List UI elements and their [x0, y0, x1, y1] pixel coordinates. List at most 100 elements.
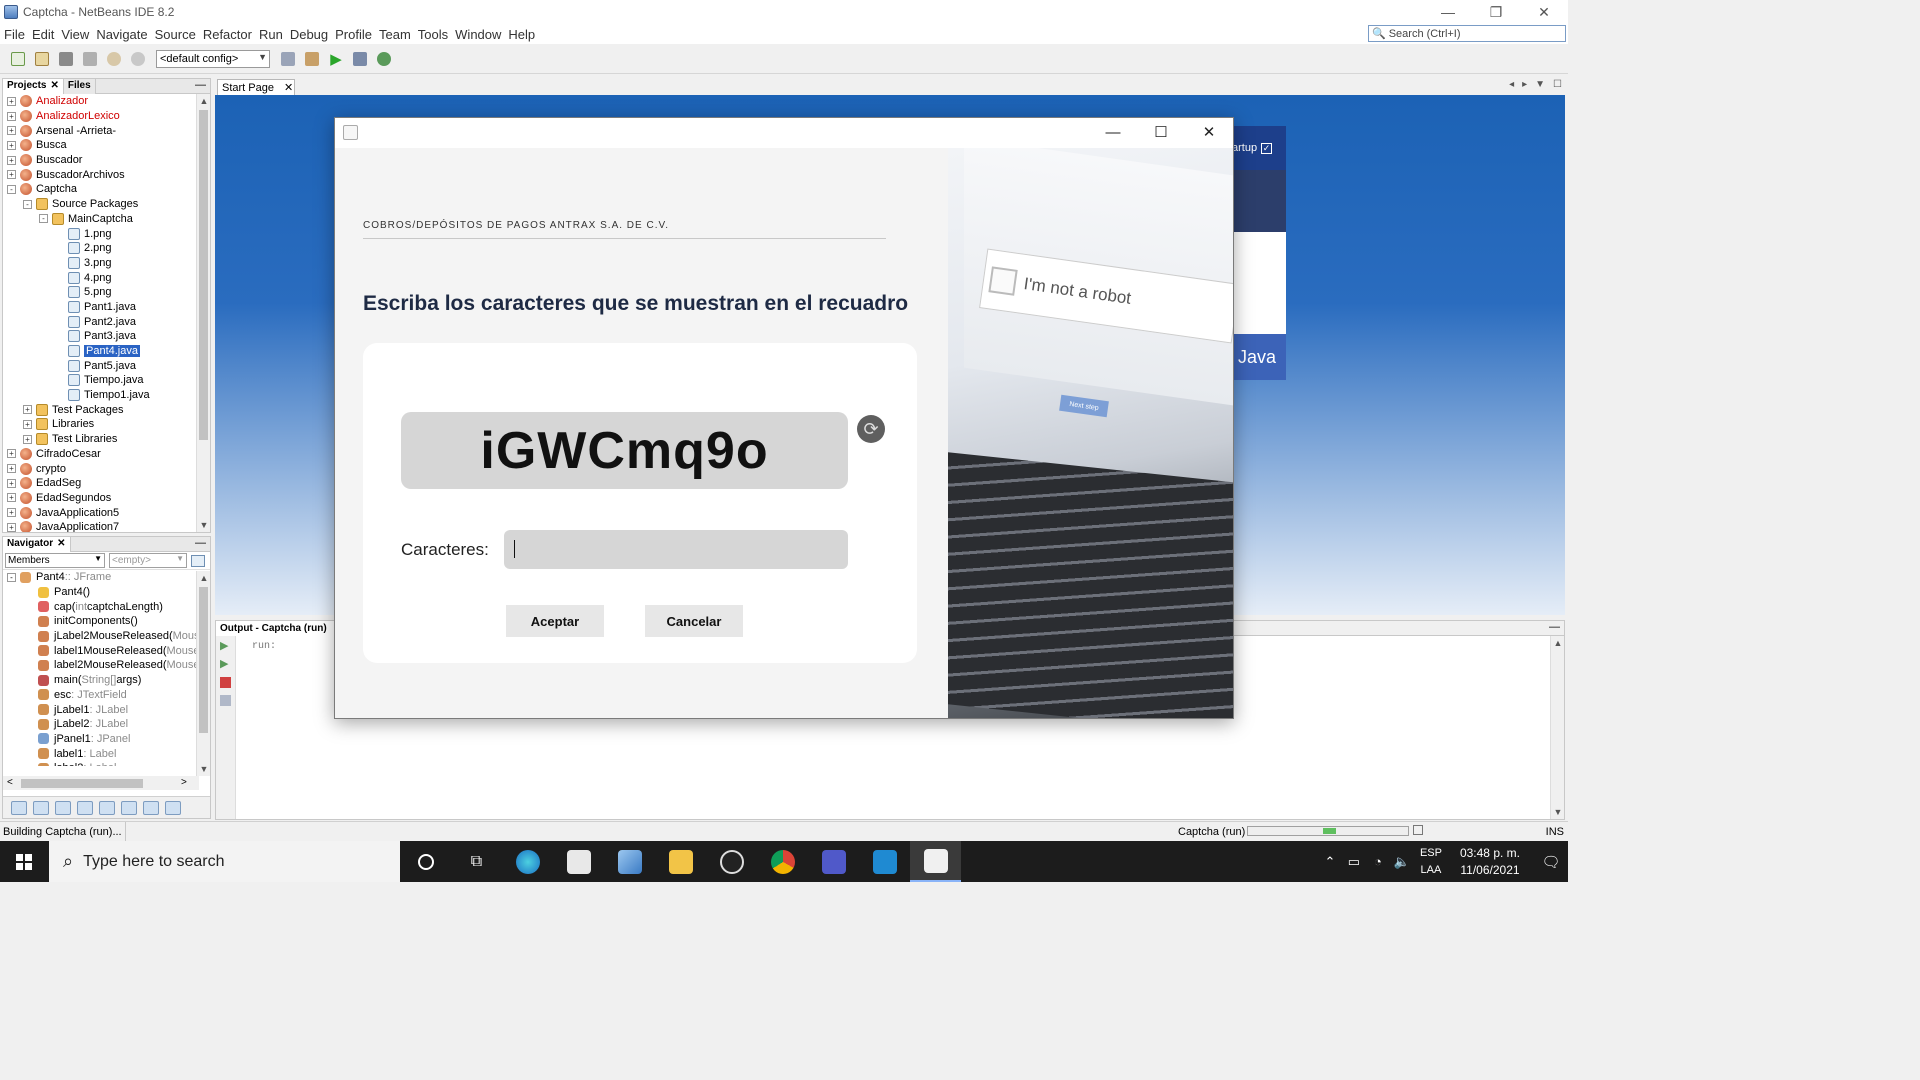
menu-view[interactable]: View	[57, 27, 92, 42]
scroll-down-icon[interactable]: ▼	[197, 520, 211, 530]
ide-search-input[interactable]: 🔍 Search (Ctrl+I)	[1368, 25, 1566, 42]
redo-button[interactable]	[128, 49, 148, 69]
project-tree-item[interactable]: + JavaApplication7	[3, 520, 210, 532]
network-icon[interactable]: ◔	[1366, 854, 1390, 869]
expand-icon[interactable]: +	[7, 140, 16, 150]
expand-icon[interactable]: +	[23, 405, 32, 415]
start-button[interactable]	[0, 841, 48, 882]
project-tree-item[interactable]: Pant1.java	[3, 300, 210, 315]
config-dropdown[interactable]: <default config> ▼	[156, 49, 270, 68]
restore-button[interactable]: ❐	[1472, 0, 1520, 24]
project-tree-item[interactable]: Pant4.java	[3, 344, 210, 359]
chrome-taskbar-button[interactable]	[757, 841, 808, 882]
scroll-tabs-left-icon[interactable]: ◂	[1509, 79, 1514, 90]
maximize-editor-icon[interactable]: ☐	[1553, 79, 1562, 90]
store-taskbar-button[interactable]	[553, 841, 604, 882]
dialog-close-button[interactable]: ✕	[1185, 118, 1233, 148]
scroll-right-icon[interactable]: >	[181, 777, 187, 788]
filter-icon[interactable]	[99, 800, 115, 815]
filter-icon[interactable]	[77, 800, 93, 815]
taskbar-search-box[interactable]: ⌕ Type here to search	[49, 841, 400, 882]
minimize-panel-button[interactable]: —	[1549, 621, 1560, 633]
navigator-member-item[interactable]: jPanel1 : JPanel	[3, 732, 210, 747]
scroll-up-icon[interactable]: ▲	[197, 573, 211, 583]
tab-projects[interactable]: Projects ✕	[3, 78, 64, 94]
navigator-member-item[interactable]: main(String[] args)	[3, 673, 210, 688]
save-all-button[interactable]	[80, 49, 100, 69]
project-tree-item[interactable]: 3.png	[3, 256, 210, 271]
project-tree-item[interactable]: 1.png	[3, 226, 210, 241]
project-tree-item[interactable]: + CifradoCesar	[3, 447, 210, 462]
stop-icon[interactable]	[220, 677, 231, 688]
menu-edit[interactable]: Edit	[28, 27, 57, 42]
collapse-icon[interactable]: -	[23, 199, 32, 209]
project-tree-item[interactable]: + Buscador	[3, 153, 210, 168]
expand-icon[interactable]: +	[7, 155, 16, 165]
navigator-member-item[interactable]: label2MouseReleased(MouseE	[3, 658, 210, 673]
close-icon[interactable]: ✕	[57, 537, 65, 551]
menu-source[interactable]: Source	[151, 27, 199, 42]
menu-profile[interactable]: Profile	[331, 27, 375, 42]
java-app-taskbar-button[interactable]	[910, 841, 961, 882]
expand-icon[interactable]: +	[23, 419, 32, 429]
project-tree-item[interactable]: + Analizador	[3, 94, 210, 109]
navigator-member-item[interactable]: label1MouseReleased(MouseE	[3, 643, 210, 658]
menu-tools[interactable]: Tools	[414, 27, 451, 42]
new-file-button[interactable]	[8, 49, 28, 69]
minimize-panel-button[interactable]: —	[195, 537, 206, 549]
sort-icon[interactable]	[143, 800, 159, 815]
project-tree-item[interactable]: + Busca	[3, 138, 210, 153]
collapse-icon[interactable]: -	[7, 184, 16, 194]
dialog-maximize-button[interactable]: ☐	[1137, 118, 1185, 148]
debug-button[interactable]	[350, 49, 370, 69]
rerun-different-icon[interactable]: ▶	[220, 659, 231, 670]
menu-run[interactable]: Run	[255, 27, 286, 42]
clean-build-button[interactable]	[302, 49, 322, 69]
navigator-member-item[interactable]: label2 : Label	[3, 761, 210, 766]
expand-icon[interactable]: +	[7, 96, 16, 106]
navigator-member-item[interactable]: - Pant4 :: JFrame	[3, 570, 210, 585]
close-icon[interactable]: ✕	[284, 81, 293, 94]
scrollbar-thumb[interactable]	[199, 587, 208, 733]
navigator-scrollbar[interactable]: ▲ ▼	[196, 571, 210, 776]
scroll-tabs-right-icon[interactable]: ▸	[1522, 79, 1527, 90]
project-tree-item[interactable]: Tiempo.java	[3, 373, 210, 388]
project-tree-item[interactable]: + Test Packages	[3, 402, 210, 417]
project-tree-item[interactable]: 4.png	[3, 270, 210, 285]
build-button[interactable]	[278, 49, 298, 69]
tab-start-page[interactable]: Start Page ✕	[217, 79, 295, 95]
edge-taskbar-button[interactable]	[502, 841, 553, 882]
cancel-button[interactable]: Cancelar	[645, 605, 743, 637]
navigator-member-item[interactable]: jLabel2 : JLabel	[3, 717, 210, 732]
filter-icon[interactable]	[55, 800, 71, 815]
navigator-member-item[interactable]: Pant4()	[3, 585, 210, 600]
project-tree-item[interactable]: Pant5.java	[3, 358, 210, 373]
notification-center-icon[interactable]: 🗨	[1534, 853, 1568, 871]
menu-refactor[interactable]: Refactor	[199, 27, 255, 42]
menu-window[interactable]: Window	[451, 27, 504, 42]
virtualbox-taskbar-button[interactable]	[604, 841, 655, 882]
project-tree-item[interactable]: - MainCaptcha	[3, 212, 210, 227]
filter-icon[interactable]	[121, 800, 137, 815]
tab-output-captcha[interactable]: Output - Captcha (run)✕	[216, 621, 351, 636]
menu-navigate[interactable]: Navigate	[92, 27, 150, 42]
menu-team[interactable]: Team	[375, 27, 414, 42]
output-scrollbar[interactable]: ▲ ▼	[1550, 636, 1564, 819]
scrollbar-thumb[interactable]	[21, 779, 143, 788]
scroll-down-icon[interactable]: ▼	[197, 764, 211, 774]
collapse-icon[interactable]: -	[7, 572, 16, 582]
menu-help[interactable]: Help	[504, 27, 538, 42]
filter-icon[interactable]	[33, 800, 49, 815]
project-tree-item[interactable]: + Arsenal -Arrieta-	[3, 123, 210, 138]
project-tree-item[interactable]: 5.png	[3, 285, 210, 300]
file-explorer-taskbar-button[interactable]	[655, 841, 706, 882]
project-tree-item[interactable]: - Source Packages	[3, 197, 210, 212]
expand-icon[interactable]: +	[7, 170, 16, 180]
navigator-member-item[interactable]: esc : JTextField	[3, 688, 210, 703]
project-tree-item[interactable]: Pant2.java	[3, 314, 210, 329]
settings-icon[interactable]	[220, 695, 231, 706]
teams-taskbar-button[interactable]	[808, 841, 859, 882]
project-tree-item[interactable]: 2.png	[3, 241, 210, 256]
project-tree-item[interactable]: Pant3.java	[3, 329, 210, 344]
tab-list-icon[interactable]: ▼	[1535, 79, 1545, 90]
